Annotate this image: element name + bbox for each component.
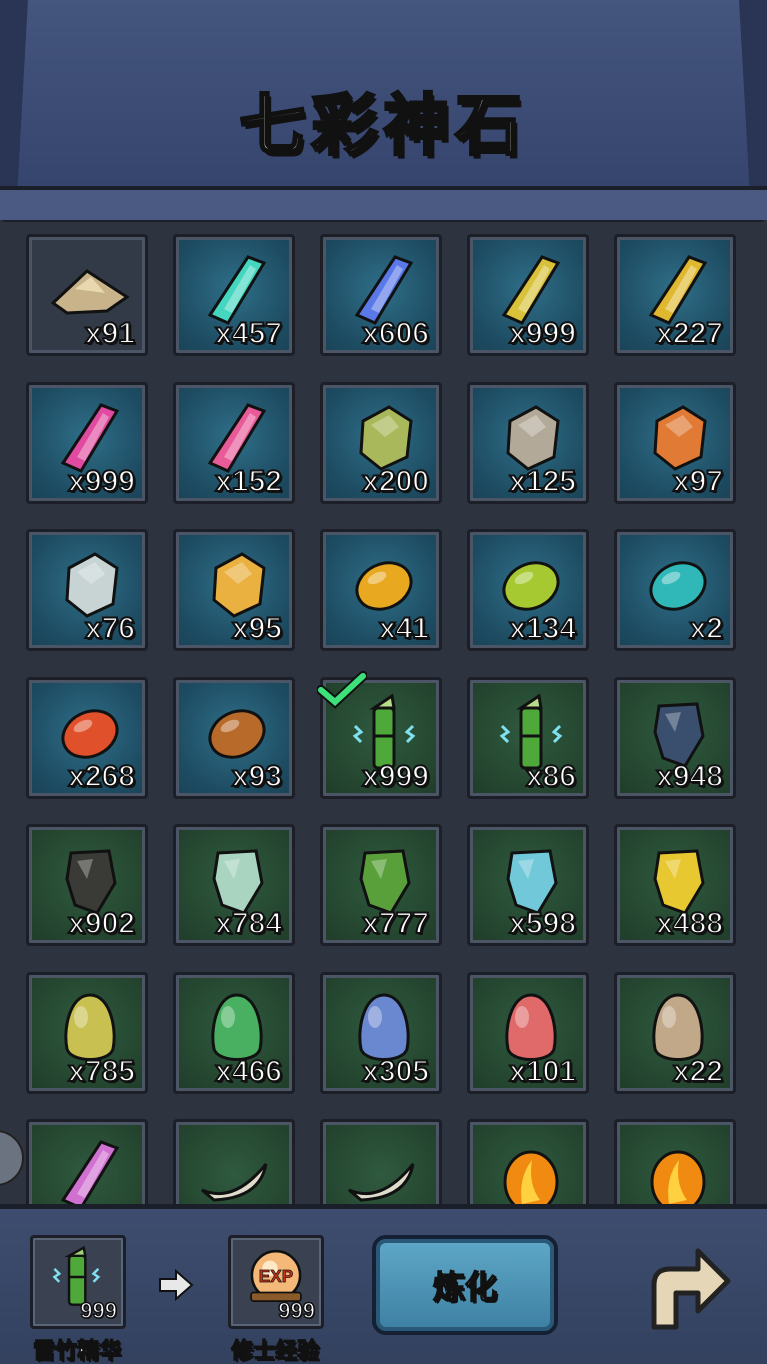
inventory-slot[interactable]: x999 bbox=[317, 670, 442, 799]
inventory-slot[interactable] bbox=[614, 1119, 736, 1204]
item-count: x125 bbox=[508, 464, 577, 499]
output-exp-slot[interactable]: EXP 999 bbox=[228, 1235, 324, 1329]
arrow-right-icon bbox=[159, 1269, 194, 1301]
output-exp-label: 修士经验 bbox=[230, 1339, 319, 1364]
item-count: x2 bbox=[689, 611, 724, 646]
item-count: x93 bbox=[231, 759, 283, 794]
banner-rib bbox=[0, 186, 767, 220]
item-count: x457 bbox=[214, 316, 283, 351]
input-material-label: 雷竹精华 bbox=[32, 1339, 121, 1364]
inventory-slot[interactable]: x93 bbox=[173, 676, 295, 799]
inventory-slot[interactable]: x134 bbox=[467, 529, 589, 651]
inventory-slot[interactable]: x999 bbox=[26, 381, 148, 504]
inventory-slot[interactable] bbox=[320, 1119, 442, 1204]
inventory-slot[interactable]: x598 bbox=[467, 824, 589, 946]
inventory-slot[interactable]: x86 bbox=[467, 676, 589, 799]
inventory-slot[interactable] bbox=[173, 1119, 295, 1204]
inventory-slot[interactable]: x457 bbox=[173, 234, 295, 356]
item-count: x41 bbox=[378, 611, 430, 646]
item-count: x999 bbox=[508, 316, 577, 351]
flame-orb-icon bbox=[650, 1150, 706, 1204]
side-avatar-button[interactable] bbox=[0, 1130, 24, 1186]
inventory-slot[interactable]: x606 bbox=[320, 234, 442, 356]
inventory-slot[interactable] bbox=[467, 1119, 589, 1204]
item-count: x598 bbox=[508, 906, 577, 941]
page-title: 七彩神石 bbox=[238, 85, 528, 166]
item-count: x227 bbox=[655, 316, 724, 351]
inventory-slot[interactable]: x902 bbox=[26, 824, 148, 946]
item-count: x999 bbox=[67, 464, 136, 499]
item-count: x999 bbox=[361, 759, 430, 794]
item-count: x152 bbox=[214, 464, 283, 499]
inventory-slot[interactable]: x76 bbox=[26, 529, 148, 651]
inventory-slot[interactable]: x785 bbox=[26, 971, 148, 1094]
purple-crystal-scroll-icon bbox=[60, 1140, 120, 1204]
flame-orb-icon bbox=[503, 1150, 559, 1204]
inventory-slot[interactable]: x41 bbox=[320, 529, 442, 651]
item-count: x777 bbox=[361, 906, 430, 941]
output-count: 999 bbox=[278, 1297, 316, 1324]
inventory-slot[interactable]: x152 bbox=[173, 381, 295, 504]
inventory-slot[interactable]: x784 bbox=[173, 824, 295, 946]
inventory-slot[interactable]: x200 bbox=[320, 381, 442, 504]
item-count: x97 bbox=[672, 464, 724, 499]
input-count: 999 bbox=[80, 1297, 118, 1324]
inventory-slot[interactable]: x125 bbox=[467, 381, 589, 504]
item-count: x784 bbox=[214, 906, 283, 941]
item-count: x134 bbox=[508, 611, 577, 646]
horn-icon bbox=[348, 1163, 415, 1202]
item-count: x86 bbox=[525, 759, 577, 794]
item-count: x902 bbox=[67, 906, 136, 941]
horn-icon bbox=[201, 1163, 268, 1202]
item-count: x101 bbox=[508, 1054, 577, 1089]
exp-badge-text: EXP bbox=[259, 1266, 293, 1286]
checkmark-icon bbox=[317, 670, 367, 709]
inventory-slot[interactable]: x97 bbox=[614, 381, 736, 504]
inventory-slot[interactable]: x91 bbox=[26, 234, 148, 356]
inventory-slot[interactable]: x268 bbox=[26, 676, 148, 799]
return-arrow-icon[interactable] bbox=[636, 1239, 732, 1335]
item-count: x200 bbox=[361, 464, 430, 499]
inventory-grid: x91 x457 x606 x999 x227 x999 x152 x200 x… bbox=[26, 234, 738, 1204]
item-count: x606 bbox=[361, 316, 430, 351]
item-count: x76 bbox=[84, 611, 136, 646]
inventory-slot[interactable]: x999 bbox=[467, 234, 589, 356]
input-material-slot[interactable]: 999 bbox=[30, 1235, 126, 1329]
inventory-slot[interactable]: x948 bbox=[614, 676, 736, 799]
item-count: x305 bbox=[361, 1054, 430, 1089]
refine-panel: 999 雷竹精华 EXP 999 修士经验 炼化 bbox=[0, 1204, 767, 1364]
refine-button[interactable]: 炼化 bbox=[372, 1235, 558, 1335]
item-count: x466 bbox=[214, 1054, 283, 1089]
item-count: x488 bbox=[655, 906, 724, 941]
item-count: x785 bbox=[67, 1054, 136, 1089]
item-count: x22 bbox=[672, 1054, 724, 1089]
inventory-slot[interactable]: x22 bbox=[614, 971, 736, 1094]
inventory-slot[interactable]: x305 bbox=[320, 971, 442, 1094]
item-count: x948 bbox=[655, 759, 724, 794]
item-count: x268 bbox=[67, 759, 136, 794]
inventory-slot[interactable]: x95 bbox=[173, 529, 295, 651]
inventory-slot[interactable]: x227 bbox=[614, 234, 736, 356]
title-banner: 七彩神石 bbox=[0, 0, 767, 222]
item-count: x95 bbox=[231, 611, 283, 646]
inventory-slot[interactable]: x777 bbox=[320, 824, 442, 946]
inventory-slot[interactable]: x466 bbox=[173, 971, 295, 1094]
inventory-slot[interactable]: x2 bbox=[614, 529, 736, 651]
inventory-slot[interactable]: x101 bbox=[467, 971, 589, 1094]
inventory-slot[interactable] bbox=[26, 1119, 148, 1204]
item-count: x91 bbox=[84, 316, 136, 351]
inventory-slot[interactable]: x488 bbox=[614, 824, 736, 946]
